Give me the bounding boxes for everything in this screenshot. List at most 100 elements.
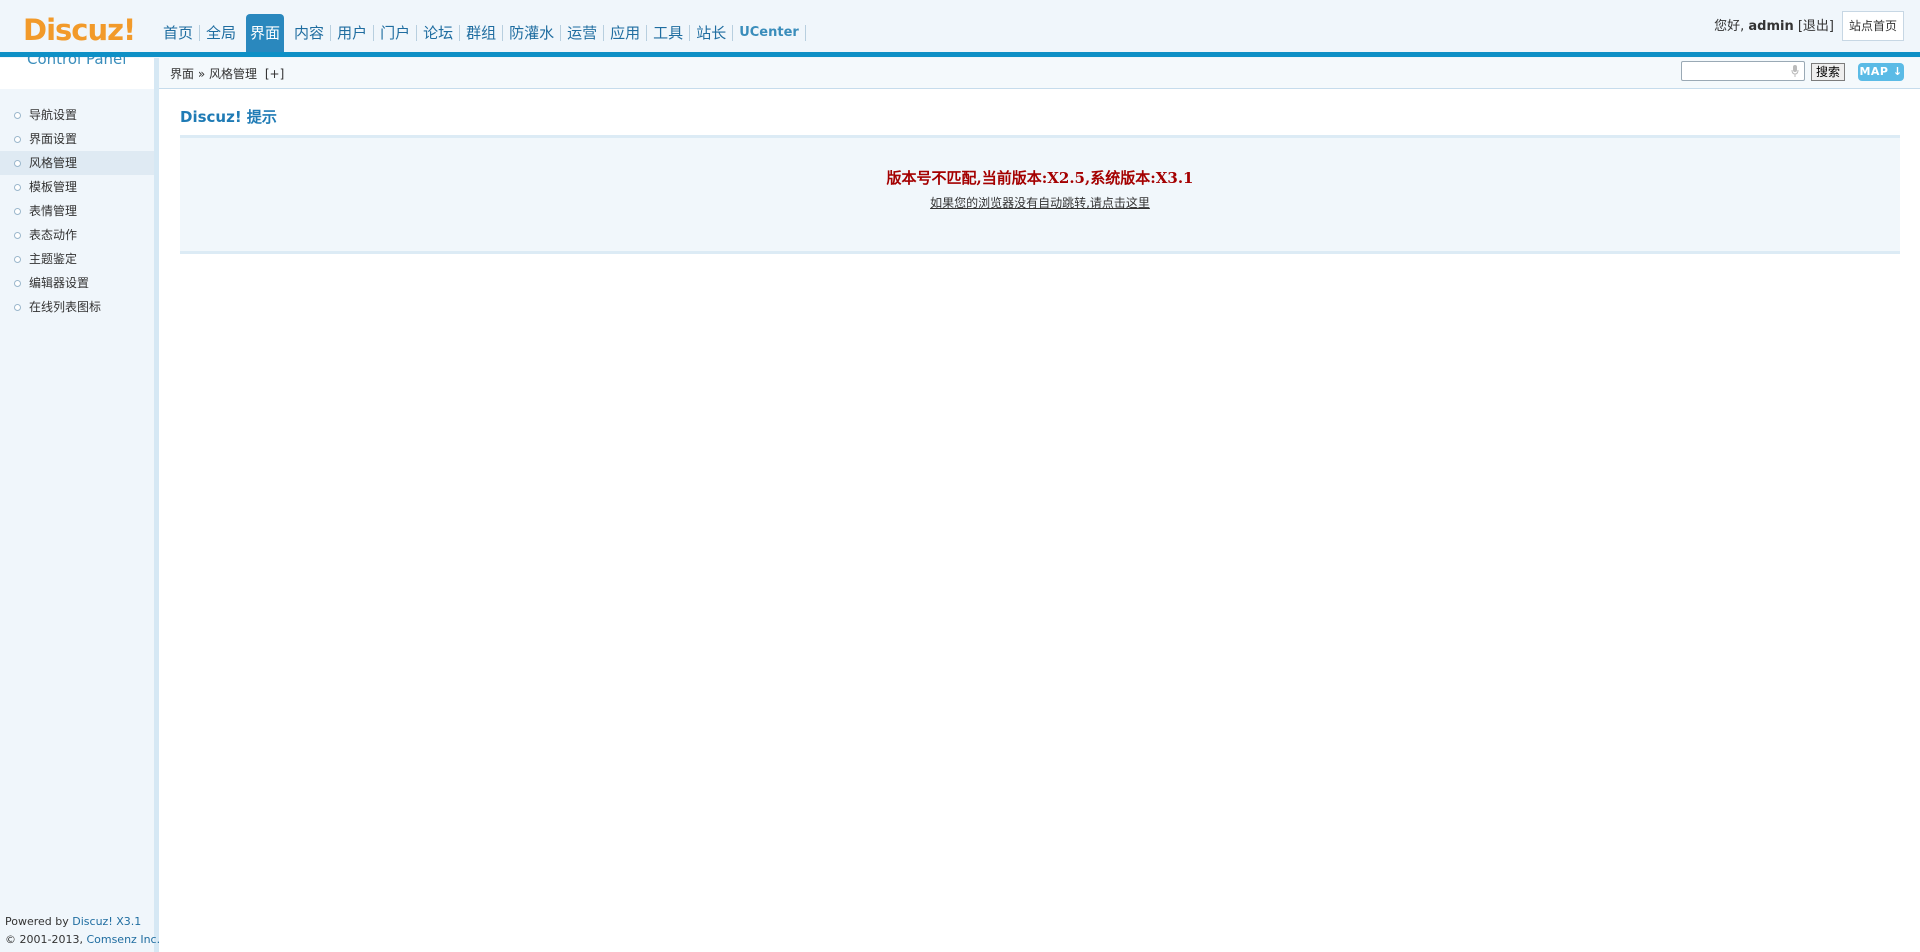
nav-label[interactable]: 应用 (607, 14, 643, 52)
circle-bullet-icon (14, 256, 21, 263)
nav-item-content[interactable]: 内容 (291, 14, 327, 52)
arrow-down-icon: ↓ (1892, 65, 1903, 78)
nav-item-operations[interactable]: 运营 (564, 14, 600, 52)
map-button[interactable]: MAP ↓ (1858, 63, 1904, 81)
nav-item-portal[interactable]: 门户 (377, 14, 413, 52)
breadcrumb-separator: » (197, 67, 206, 81)
header-accent-bar (0, 52, 1920, 57)
circle-bullet-icon (14, 136, 21, 143)
footer-credit: Powered by Discuz! X3.1 © 2001-2013, Com… (5, 913, 160, 949)
nav-item-style[interactable]: 界面 (246, 14, 285, 52)
sidebar-item-label: 主题鉴定 (29, 252, 78, 266)
nav-item-groups[interactable]: 群组 (463, 14, 499, 52)
nav-label[interactable]: 工具 (650, 14, 686, 52)
comsenz-link[interactable]: Comsenz Inc. (86, 933, 160, 946)
sidebar-item-label: 表情管理 (29, 204, 78, 218)
site-home-button[interactable]: 站点首页 (1842, 11, 1904, 41)
logout-link[interactable]: [退出] (1798, 19, 1834, 34)
nav-item-home[interactable]: 首页 (160, 14, 196, 52)
discuz-version-link[interactable]: Discuz! X3.1 (72, 915, 141, 928)
nav-divider (502, 25, 504, 41)
sidebar-item-label: 界面设置 (29, 132, 78, 146)
nav-divider (373, 25, 375, 41)
nav-label[interactable]: 论坛 (420, 14, 456, 52)
notice-panel: 版本号不匹配,当前版本:X2.5,系统版本:X3.1 如果您的浏览器没有自动跳转… (180, 135, 1900, 254)
nav-label[interactable]: 群组 (463, 14, 499, 52)
top-header: Discuz! Control Panel 首页 全局 界面 内容 用户 门户 … (0, 0, 1920, 68)
nav-divider (646, 25, 648, 41)
sidebar-item-smiley-management[interactable]: 表情管理 (0, 199, 154, 223)
nav-label[interactable]: 站长 (693, 14, 729, 52)
nav-divider (804, 25, 806, 41)
nav-divider (732, 25, 734, 41)
sidebar-menu: 导航设置 界面设置 风格管理 模板管理 表情管理 表态动作 主题鉴定 编辑器设置… (0, 89, 154, 319)
search-button[interactable]: 搜索 (1811, 63, 1845, 81)
redirect-link[interactable]: 如果您的浏览器没有自动跳转,请点击这里 (930, 196, 1150, 210)
copyright-text: © 2001-2013, (5, 933, 87, 946)
sidebar-item-editor-settings[interactable]: 编辑器设置 (0, 271, 154, 295)
nav-label[interactable]: 防灌水 (506, 14, 557, 52)
sidebar-item-style-management[interactable]: 风格管理 (0, 151, 154, 175)
nav-item-tools[interactable]: 工具 (650, 14, 686, 52)
username: admin (1748, 19, 1794, 34)
circle-bullet-icon (14, 208, 21, 215)
search-input[interactable] (1681, 61, 1805, 81)
sidebar: 导航设置 界面设置 风格管理 模板管理 表情管理 表态动作 主题鉴定 编辑器设置… (0, 89, 154, 952)
sidebar-item-label: 导航设置 (29, 108, 78, 122)
sidebar-item-click-actions[interactable]: 表态动作 (0, 223, 154, 247)
add-to-shortcuts-button[interactable]: [+] (265, 67, 284, 81)
nav-label[interactable]: 全局 (203, 14, 239, 52)
nav-divider (330, 25, 332, 41)
copyright-line: © 2001-2013, Comsenz Inc. (5, 931, 160, 949)
sidebar-item-online-list-icons[interactable]: 在线列表图标 (0, 295, 154, 319)
nav-divider (603, 25, 605, 41)
circle-bullet-icon (14, 184, 21, 191)
nav-divider (560, 25, 562, 41)
map-button-label: MAP (1859, 65, 1889, 78)
powered-by-line: Powered by Discuz! X3.1 (5, 913, 160, 931)
breadcrumb: 界面 » 风格管理 [+] (170, 66, 284, 82)
sidebar-item-label: 模板管理 (29, 180, 78, 194)
sidebar-item-label: 编辑器设置 (29, 276, 90, 290)
circle-bullet-icon (14, 160, 21, 167)
redirect-link-row: 如果您的浏览器没有自动跳转,请点击这里 (180, 195, 1900, 211)
nav-divider (416, 25, 418, 41)
nav-item-apps[interactable]: 应用 (607, 14, 643, 52)
nav-item-global[interactable]: 全局 (203, 14, 239, 52)
nav-label[interactable]: 内容 (291, 14, 327, 52)
nav-label[interactable]: 界面 (246, 14, 284, 52)
nav-item-forum[interactable]: 论坛 (420, 14, 456, 52)
circle-bullet-icon (14, 304, 21, 311)
nav-label[interactable]: UCenter (736, 14, 802, 52)
nav-item-antispam[interactable]: 防灌水 (506, 14, 557, 52)
nav-item-ucenter[interactable]: UCenter (736, 14, 802, 52)
breadcrumb-page: 风格管理 (209, 67, 258, 81)
main-nav: 首页 全局 界面 内容 用户 门户 论坛 群组 防灌水 运营 应用 工具 站长 … (160, 14, 809, 52)
nav-label[interactable]: 首页 (160, 14, 196, 52)
microphone-icon[interactable] (1791, 65, 1799, 77)
nav-label[interactable]: 用户 (334, 14, 370, 52)
sidebar-item-nav-settings[interactable]: 导航设置 (0, 103, 154, 127)
sidebar-item-ui-settings[interactable]: 界面设置 (0, 127, 154, 151)
nav-label[interactable]: 门户 (377, 14, 413, 52)
logo-brand: Discuz! (23, 13, 136, 47)
logo[interactable]: Discuz! Control Panel (0, 0, 160, 72)
nav-divider (459, 25, 461, 41)
nav-divider (199, 25, 201, 41)
nav-divider (689, 25, 691, 41)
user-bar: 您好, admin [退出] (1714, 18, 1834, 36)
error-message: 版本号不匹配,当前版本:X2.5,系统版本:X3.1 (886, 169, 1194, 187)
nav-item-founder[interactable]: 站长 (693, 14, 729, 52)
circle-bullet-icon (14, 232, 21, 239)
nav-item-users[interactable]: 用户 (334, 14, 370, 52)
sidebar-item-template-management[interactable]: 模板管理 (0, 175, 154, 199)
greeting-text: 您好, (1714, 19, 1745, 34)
sidebar-item-label: 风格管理 (29, 156, 78, 170)
sidebar-item-thread-stamps[interactable]: 主题鉴定 (0, 247, 154, 271)
breadcrumb-section[interactable]: 界面 (170, 67, 194, 81)
circle-bullet-icon (14, 280, 21, 287)
nav-label[interactable]: 运营 (564, 14, 600, 52)
circle-bullet-icon (14, 112, 21, 119)
powered-by-text: Powered by (5, 915, 73, 928)
sidebar-item-label: 表态动作 (29, 228, 78, 242)
